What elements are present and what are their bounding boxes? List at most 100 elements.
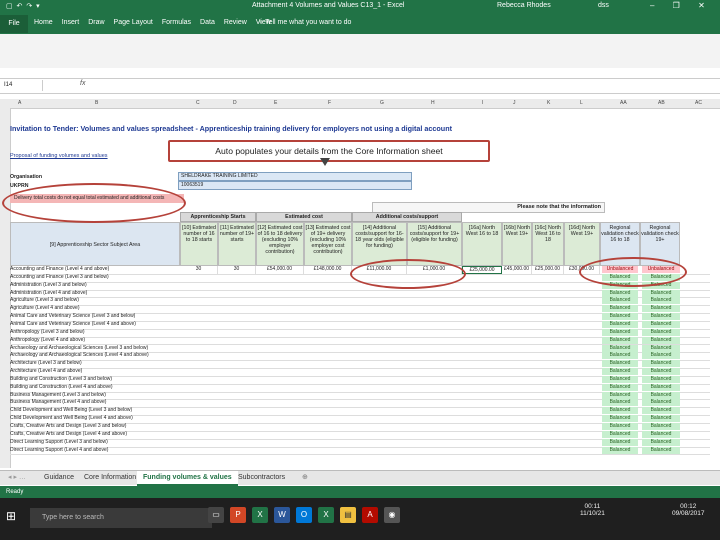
- column-header-c[interactable]: C: [196, 100, 200, 106]
- tell-me-box[interactable]: ♀ Tell me what you want to do: [258, 19, 351, 26]
- column-header-l[interactable]: L: [580, 100, 583, 106]
- sector-area-cell[interactable]: Archaeology and Archaeological Sciences …: [10, 345, 190, 353]
- window-controls[interactable]: – ❐ ✕: [650, 1, 713, 10]
- sheet-tab-subcontractors[interactable]: Subcontractors: [232, 471, 291, 484]
- formula-bar: I14 fx: [0, 78, 720, 94]
- regional-check-16-18: Balanced: [602, 375, 638, 383]
- regional-check-16-18: Balanced: [602, 313, 638, 321]
- column-header-i[interactable]: I: [482, 100, 483, 106]
- sector-area-cell[interactable]: Direct Learning Support (Level 4 and abo…: [10, 447, 190, 455]
- ukprn-field[interactable]: 10063519: [178, 181, 412, 190]
- sector-area-cell[interactable]: Agriculture (Level 4 and above): [10, 305, 190, 313]
- column-header-ab[interactable]: AB: [658, 100, 665, 106]
- header-cost-19: [13] Estimated cost of 19+ delivery (exc…: [304, 222, 352, 266]
- tab-scroll-arrows-icon[interactable]: ◂ ▸ …: [2, 471, 32, 484]
- sector-area-cell[interactable]: Crafts, Creative Arts and Design (Level …: [10, 423, 190, 431]
- powerpoint-icon[interactable]: P: [230, 507, 246, 523]
- highlight-warning-ellipse: [2, 183, 186, 223]
- cost-19-cell[interactable]: £148,000.00: [304, 266, 352, 274]
- sector-area-cell[interactable]: Animal Care and Veterinary Science (Leve…: [10, 321, 190, 329]
- regional-check-16-18: Balanced: [602, 383, 638, 391]
- time-2: 00:12: [680, 503, 697, 510]
- file-tab[interactable]: File: [0, 15, 28, 33]
- sector-area-cell[interactable]: Child Development and Well Being (Level …: [10, 407, 190, 415]
- regional-check-16-18: Balanced: [602, 360, 638, 368]
- sector-area-cell[interactable]: Accounting and Finance (Level 4 and abov…: [10, 266, 190, 274]
- sheet-tab-guidance[interactable]: Guidance: [38, 471, 80, 484]
- sheet-tab-core-information[interactable]: Core Information: [78, 471, 142, 484]
- tab-home[interactable]: Home: [34, 19, 53, 26]
- tab-data[interactable]: Data: [200, 19, 215, 26]
- cost-16-18-cell[interactable]: £54,000.00: [256, 266, 304, 274]
- regional-check-16-18: Balanced: [602, 368, 638, 376]
- proposal-link[interactable]: Proposal of funding volumes and values: [10, 153, 108, 159]
- regional-check-19: Balanced: [642, 360, 680, 368]
- column-header-h[interactable]: H: [431, 100, 435, 106]
- sector-area-cell[interactable]: Architecture (Level 4 and above): [10, 368, 190, 376]
- column-header-aa[interactable]: AA: [620, 100, 627, 106]
- nw-16-18-a-cell[interactable]: £25,000.00: [462, 266, 502, 274]
- sector-area-cell[interactable]: Agriculture (Level 3 and below): [10, 297, 190, 305]
- sector-area-cell[interactable]: Business Management (Level 3 and below): [10, 392, 190, 400]
- add-sheet-icon[interactable]: ⊕: [296, 471, 314, 484]
- sector-area-cell[interactable]: Animal Care and Veterinary Science (Leve…: [10, 313, 190, 321]
- app-icon[interactable]: ◉: [384, 507, 400, 523]
- word-icon[interactable]: W: [274, 507, 290, 523]
- account-abbr[interactable]: dss: [598, 2, 609, 9]
- sector-area-cell[interactable]: Business Management (Level 4 and above): [10, 399, 190, 407]
- column-header-b[interactable]: B: [95, 100, 98, 106]
- sector-area-cell[interactable]: Direct Learning Support (Level 3 and bel…: [10, 439, 190, 447]
- start-icon[interactable]: ⊞: [6, 508, 22, 524]
- sector-area-cell[interactable]: Administration (Level 3 and below): [10, 282, 190, 290]
- column-header-ac[interactable]: AC: [695, 100, 702, 106]
- sector-area-cell[interactable]: Architecture (Level 3 and below): [10, 360, 190, 368]
- tab-formulas[interactable]: Formulas: [162, 19, 191, 26]
- table-row[interactable]: Direct Learning Support (Level 4 and abo…: [10, 446, 710, 456]
- fx-icon[interactable]: fx: [80, 80, 85, 87]
- sector-area-cell[interactable]: Building and Construction (Level 3 and b…: [10, 376, 190, 384]
- regional-check-19: Balanced: [642, 297, 680, 305]
- tab-page-layout[interactable]: Page Layout: [114, 19, 153, 26]
- regional-check-19: Balanced: [642, 383, 680, 391]
- column-header-j[interactable]: J: [513, 100, 516, 106]
- excel-icon[interactable]: X: [252, 507, 268, 523]
- sector-area-cell[interactable]: Archaeology and Archaeological Sciences …: [10, 352, 190, 360]
- excel-icon-2[interactable]: X: [318, 507, 334, 523]
- sector-area-cell[interactable]: Anthropology (Level 4 and above): [10, 337, 190, 345]
- acrobat-icon[interactable]: A: [362, 507, 378, 523]
- sector-area-cell[interactable]: Accounting and Finance (Level 3 and belo…: [10, 274, 190, 282]
- callout-arrow-icon: [320, 158, 330, 166]
- task-view-icon[interactable]: ▭: [208, 507, 224, 523]
- organisation-field[interactable]: SHELDRAKE TRAINING LIMITED: [178, 172, 412, 181]
- starts-19-cell[interactable]: 30: [218, 266, 256, 274]
- user-name[interactable]: Rebecca Rhodes: [497, 2, 551, 9]
- column-header-g[interactable]: G: [380, 100, 384, 106]
- clock-2[interactable]: 00:12 09/08/2017: [672, 503, 705, 517]
- sector-area-cell[interactable]: Anthropology (Level 3 and below): [10, 329, 190, 337]
- sector-area-cell[interactable]: Building and Construction (Level 4 and a…: [10, 384, 190, 392]
- nw-16-18-b-cell[interactable]: £25,000.00: [532, 266, 564, 274]
- sector-area-cell[interactable]: Administration (Level 4 and above): [10, 290, 190, 298]
- nw-19-a-cell[interactable]: £45,000.00: [502, 266, 532, 274]
- sheet-tab-funding-volumes[interactable]: Funding volumes & values: [137, 471, 238, 486]
- tab-review[interactable]: Review: [224, 19, 247, 26]
- starts-16-18-cell[interactable]: 30: [180, 266, 218, 274]
- tab-insert[interactable]: Insert: [62, 19, 80, 26]
- column-header-f[interactable]: F: [328, 100, 331, 106]
- quick-access-toolbar[interactable]: ▢ ↶ ↷ ▾: [6, 2, 41, 10]
- sector-area-cell[interactable]: Child Development and Well Being (Level …: [10, 415, 190, 423]
- sector-area-cell[interactable]: Crafts, Creative Arts and Design (Level …: [10, 431, 190, 439]
- column-header-e[interactable]: E: [274, 100, 277, 106]
- taskbar-search[interactable]: Type here to search: [30, 508, 212, 528]
- regional-check-16-18: Balanced: [602, 407, 638, 415]
- file-explorer-icon[interactable]: ▤: [340, 507, 356, 523]
- regional-check-19: Balanced: [642, 430, 680, 438]
- header-nw-19-a: [16b] North West 19+: [502, 222, 532, 266]
- column-header-d[interactable]: D: [233, 100, 237, 106]
- column-header-a[interactable]: A: [18, 100, 21, 106]
- clock-1[interactable]: 00:11 11/10/21: [580, 503, 605, 517]
- name-box[interactable]: I14: [2, 80, 43, 91]
- outlook-icon[interactable]: O: [296, 507, 312, 523]
- column-header-k[interactable]: K: [547, 100, 550, 106]
- tab-draw[interactable]: Draw: [88, 19, 104, 26]
